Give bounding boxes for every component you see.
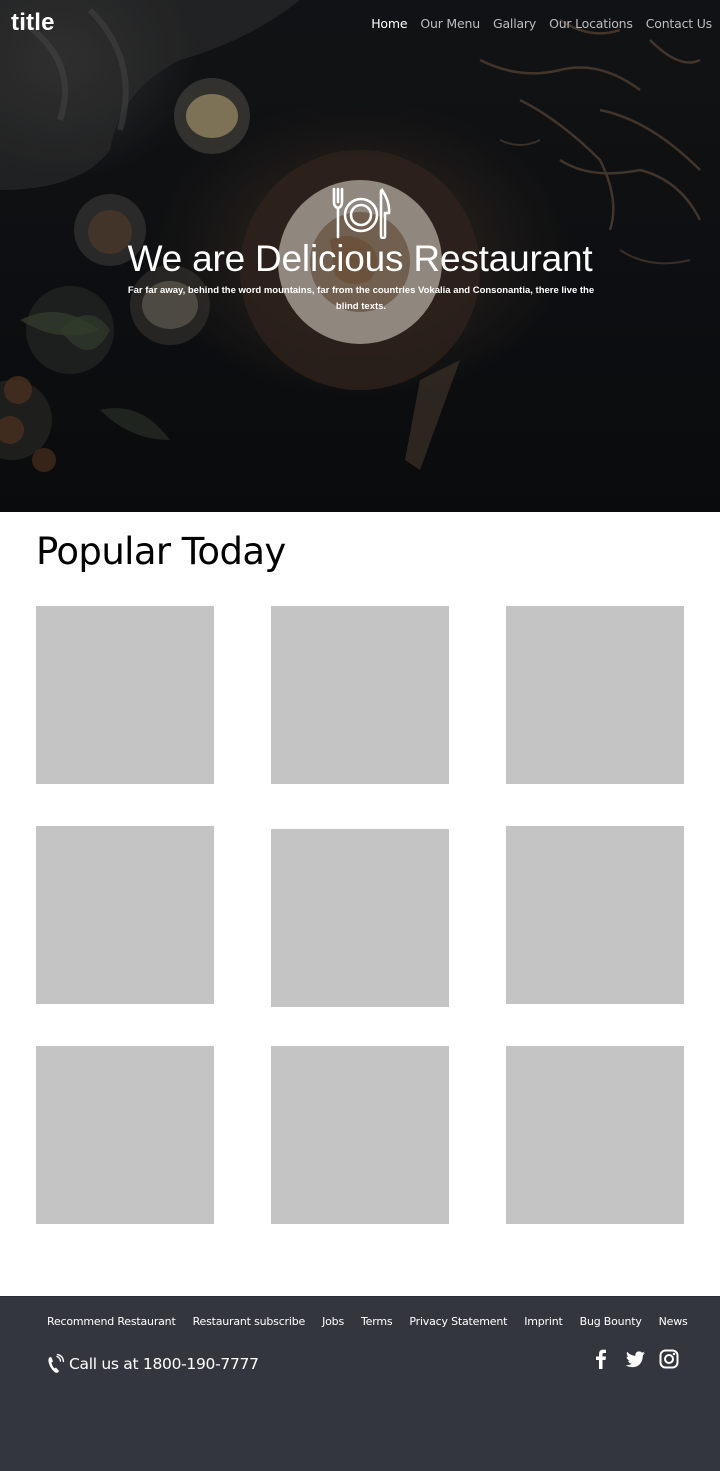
footer-link-privacy-statement[interactable]: Privacy Statement	[409, 1315, 507, 1328]
footer-link-news[interactable]: News	[659, 1315, 688, 1328]
nav-item-our-menu[interactable]: Our Menu	[420, 16, 480, 31]
popular-item-image[interactable]	[271, 606, 449, 784]
hero-subtitle: Far far away, behind the word mountains,…	[127, 285, 595, 312]
facebook-icon[interactable]	[590, 1348, 612, 1370]
main-nav: Home Our Menu Gallary Our Locations Cont…	[371, 16, 712, 31]
phone-text: Call us at 1800-190-7777	[69, 1355, 259, 1373]
instagram-icon[interactable]	[658, 1348, 680, 1370]
hero-section: title Home Our Menu Gallary Our Location…	[0, 0, 720, 512]
popular-item-image[interactable]	[36, 1046, 214, 1224]
nav-item-contact-us[interactable]: Contact Us	[646, 16, 712, 31]
popular-today-heading: Popular Today	[36, 530, 286, 573]
phone-ringing-icon	[48, 1354, 65, 1373]
phone-contact[interactable]: Call us at 1800-190-7777	[47, 1354, 259, 1374]
footer-link-recommend-restaurant[interactable]: Recommend Restaurant	[47, 1315, 176, 1328]
popular-item-image[interactable]	[36, 606, 214, 784]
popular-item-image[interactable]	[506, 606, 684, 784]
popular-item-image[interactable]	[506, 1046, 684, 1224]
popular-item-image[interactable]	[271, 1046, 449, 1224]
social-links	[590, 1348, 680, 1370]
footer-link-imprint[interactable]: Imprint	[524, 1315, 563, 1328]
site-footer: Recommend Restaurant Restaurant subscrib…	[0, 1296, 720, 1471]
plate-cutlery-icon	[332, 187, 391, 239]
popular-item-image[interactable]	[506, 826, 684, 1004]
nav-item-home[interactable]: Home	[371, 16, 407, 31]
popular-item-image[interactable]	[36, 826, 214, 1004]
twitter-icon[interactable]	[624, 1348, 646, 1370]
popular-item-image[interactable]	[271, 829, 449, 1007]
footer-link-jobs[interactable]: Jobs	[322, 1315, 344, 1328]
nav-item-gallary[interactable]: Gallary	[493, 16, 536, 31]
footer-link-restaurant-subscribe[interactable]: Restaurant subscribe	[193, 1315, 306, 1328]
site-logo[interactable]: title	[11, 9, 55, 37]
nav-item-our-locations[interactable]: Our Locations	[549, 16, 633, 31]
footer-link-bug-bounty[interactable]: Bug Bounty	[580, 1315, 642, 1328]
hero-title: We are Delicious Restaurant	[127, 238, 593, 279]
footer-links: Recommend Restaurant Restaurant subscrib…	[47, 1315, 688, 1328]
footer-link-terms[interactable]: Terms	[361, 1315, 393, 1328]
